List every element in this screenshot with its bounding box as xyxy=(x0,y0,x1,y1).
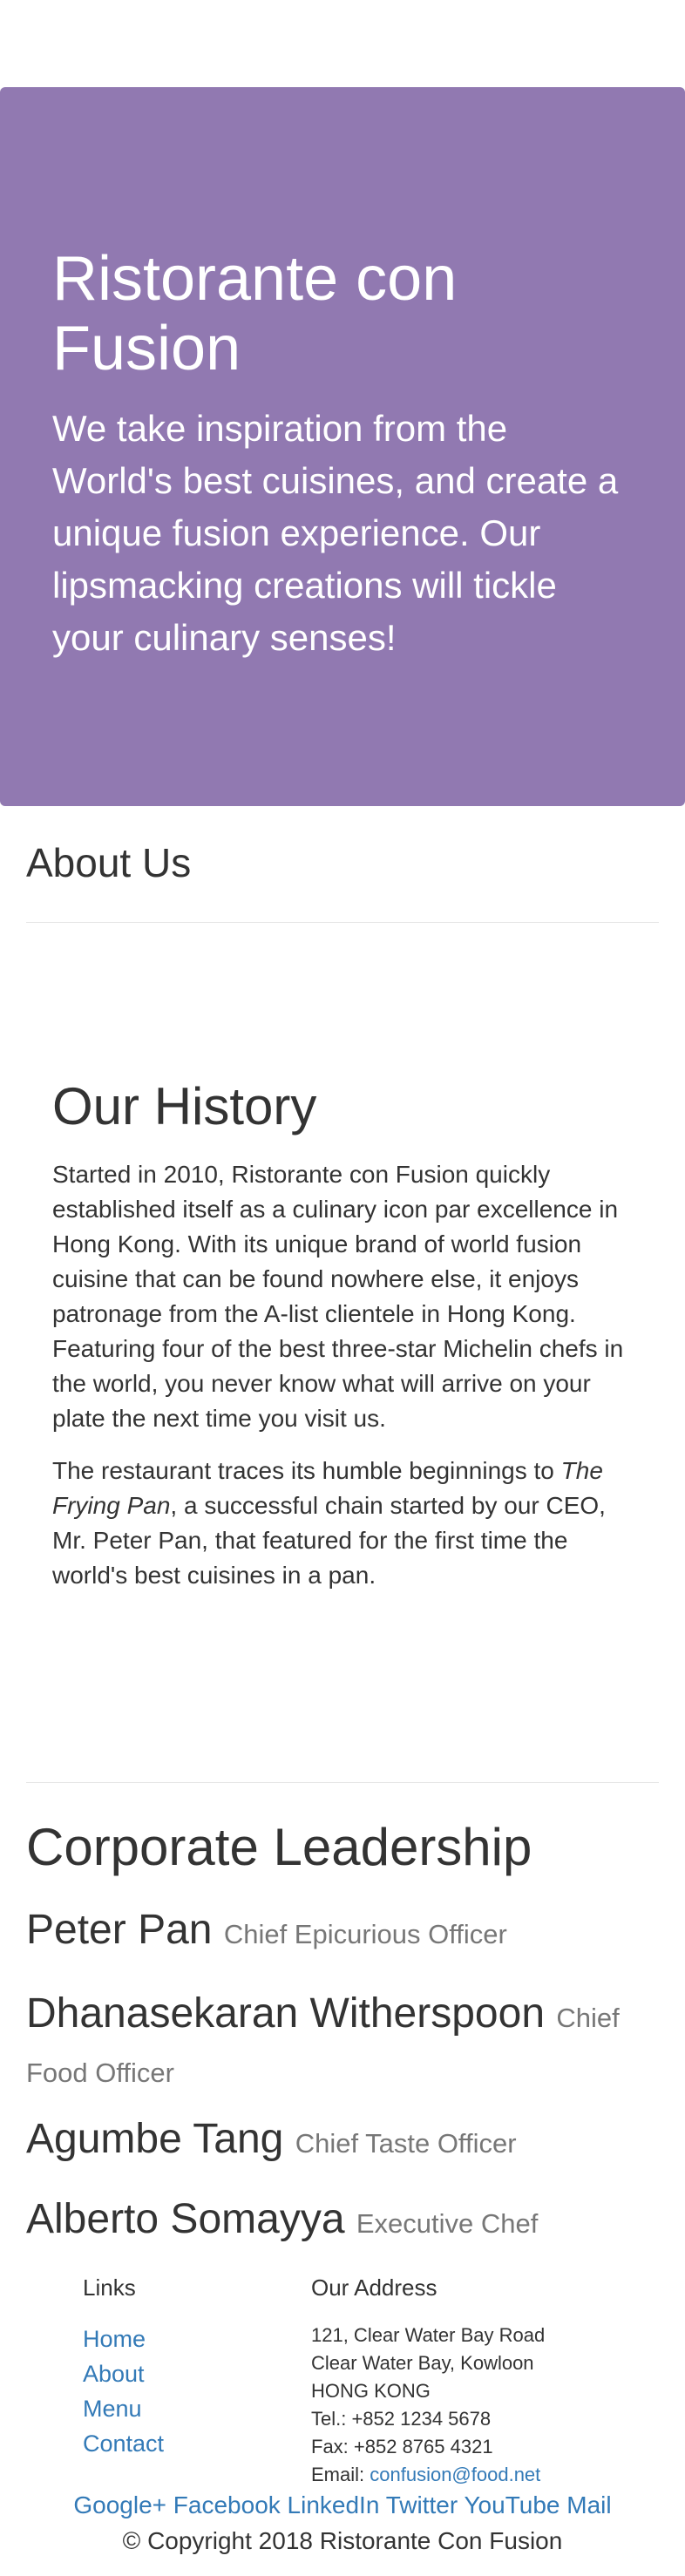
leadership-title: Corporate Leadership xyxy=(26,1818,532,1876)
footer-link-item: Contact xyxy=(83,2426,164,2461)
social-links: Google+ Facebook LinkedIn Twitter YouTub… xyxy=(0,2490,685,2521)
email-label: Email: xyxy=(311,2464,370,2485)
facebook-link[interactable]: Facebook xyxy=(173,2491,281,2518)
footer-link-item: Home xyxy=(83,2322,164,2356)
phone-number: Tel.: +852 1234 5678 xyxy=(311,2408,492,2430)
history-paragraph-1: Started in 2010, Ristorante con Fusion q… xyxy=(52,1161,624,1432)
divider xyxy=(26,1782,659,1783)
footer-link-about[interactable]: About xyxy=(83,2361,145,2387)
address-line: Clear Water Bay, Kowloon xyxy=(311,2352,534,2374)
leader-name: Peter Pan xyxy=(26,1907,213,1953)
restaurant-tagline: We take inspiration from the World's bes… xyxy=(52,408,619,658)
footer-links: Home About Menu Contact xyxy=(83,2322,164,2461)
email-line: Email: confusion@food.net xyxy=(311,2461,545,2489)
leader-item: Dhanasekaran Witherspoon Chief Food Offi… xyxy=(26,1989,659,2098)
restaurant-title: Ristorante con Fusion xyxy=(52,244,458,383)
footer-link-item: Menu xyxy=(83,2391,164,2426)
footer-address: 121, Clear Water Bay Road Clear Water Ba… xyxy=(311,2322,545,2489)
leader-item: Agumbe Tang Chief Taste Officer xyxy=(26,2114,659,2169)
fax-number: Fax: +852 8765 4321 xyxy=(311,2436,493,2457)
leader-item: Peter Pan Chief Epicurious Officer xyxy=(26,1905,659,1960)
leader-name: Alberto Somayya xyxy=(26,2196,345,2242)
twitter-link[interactable]: Twitter xyxy=(386,2491,458,2518)
leader-role: Chief Taste Officer xyxy=(295,2128,517,2159)
address-line: HONG KONG xyxy=(311,2380,431,2402)
address-line: 121, Clear Water Bay Road xyxy=(311,2324,546,2346)
footer-links-title: Links xyxy=(83,2274,136,2301)
mail-link[interactable]: Mail xyxy=(566,2491,611,2518)
linkedin-link[interactable]: LinkedIn xyxy=(288,2491,380,2518)
jumbotron: Ristorante con Fusion We take inspiratio… xyxy=(0,87,685,806)
leader-role: Chief Epicurious Officer xyxy=(223,1919,507,1949)
footer-link-item: About xyxy=(83,2356,164,2391)
history-paragraph-2: The restaurant traces its humble beginni… xyxy=(52,1454,636,1593)
email-link[interactable]: confusion@food.net xyxy=(370,2464,540,2485)
address-title: Our Address xyxy=(311,2274,437,2301)
footer-link-menu[interactable]: Menu xyxy=(83,2396,142,2422)
history-title: Our History xyxy=(52,1077,317,1135)
divider xyxy=(26,922,659,923)
leader-role: Executive Chef xyxy=(356,2208,539,2239)
footer-link-contact[interactable]: Contact xyxy=(83,2430,164,2457)
footer-link-home[interactable]: Home xyxy=(83,2326,146,2352)
history-text: Started in 2010, Ristorante con Fusion q… xyxy=(52,1157,636,1610)
history-paragraph-2-start: The restaurant traces its humble beginni… xyxy=(52,1457,561,1484)
leader-name: Dhanasekaran Witherspoon xyxy=(26,1990,546,2037)
leader-name: Agumbe Tang xyxy=(26,2116,284,2162)
youtube-link[interactable]: YouTube xyxy=(464,2491,560,2518)
page-title: About Us xyxy=(26,840,192,885)
leader-item: Alberto Somayya Executive Chef xyxy=(26,2194,659,2249)
google-plus-link[interactable]: Google+ xyxy=(73,2491,166,2518)
copyright: © Copyright 2018 Ristorante Con Fusion xyxy=(122,2527,563,2554)
